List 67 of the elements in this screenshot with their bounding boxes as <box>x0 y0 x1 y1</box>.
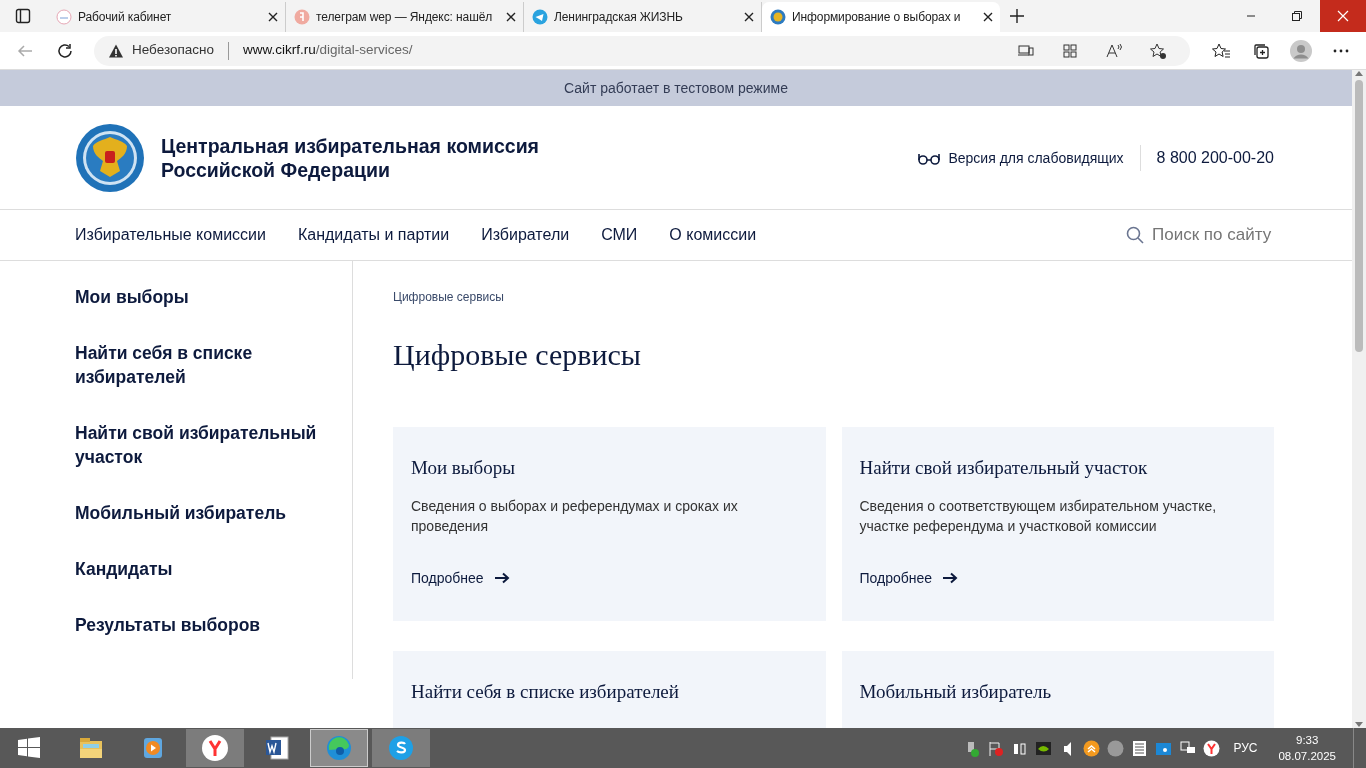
nav-link[interactable]: СМИ <box>601 223 638 247</box>
card-title: Найти себя в списке избирателей <box>411 681 680 704</box>
emblem-icon <box>770 9 786 25</box>
sidebar-link[interactable]: Кандидаты <box>75 557 332 581</box>
site-title[interactable]: Центральная избирательная комиссия Российской Федерации <box>161 133 539 182</box>
avatar-icon[interactable] <box>1290 39 1312 62</box>
refresh-icon[interactable] <box>56 41 74 60</box>
new-tab-icon[interactable] <box>1009 8 1025 24</box>
more-link[interactable]: Подробнее <box>411 567 510 589</box>
clock[interactable]: 9:33 08.07.2025 <box>1278 732 1336 764</box>
address-bar[interactable]: Небезопасно www.cikrf.ru/digital-services/ <box>94 35 1190 66</box>
nav-link[interactable]: Избирательные комиссии <box>75 223 266 247</box>
wave-logo-icon <box>325 734 353 762</box>
security-label[interactable]: Небезопасно <box>132 40 214 61</box>
flag-icon[interactable] <box>987 739 1005 757</box>
arrow-right-icon <box>493 572 510 585</box>
search-icon <box>1126 226 1144 244</box>
card-description: Сведения о выборах и референдумах и сроках их проведения <box>411 496 739 536</box>
card-title: Мои выборы <box>411 457 516 480</box>
restore-icon[interactable] <box>1291 10 1303 22</box>
breadcrumb-link[interactable]: Цифровые сервисы <box>393 288 1274 306</box>
browser-tab[interactable]: Информирование о выборах и <box>762 2 1000 32</box>
close-icon[interactable] <box>743 11 755 23</box>
close-icon[interactable] <box>505 11 517 23</box>
paper-plane-icon <box>532 9 548 25</box>
emblem-icon[interactable] <box>75 122 145 193</box>
nav-link[interactable]: Избиратели <box>481 223 570 247</box>
apps-grid-icon[interactable] <box>1061 41 1079 60</box>
scrollbar-thumb[interactable] <box>1355 80 1363 352</box>
phone-link[interactable]: 8 800 200-00-20 <box>1156 145 1274 170</box>
letter-logo-icon <box>201 734 229 762</box>
sidebar-link[interactable]: Найти свой избирательный участок <box>75 421 332 469</box>
letter-logo-icon[interactable] <box>1203 739 1221 757</box>
accessibility-link[interactable]: Версия для слабовидящих <box>948 144 1141 171</box>
language-indicator[interactable]: РУС <box>1233 739 1258 757</box>
taskbar-button[interactable] <box>310 729 368 767</box>
url-text[interactable]: www.cikrf.ru/digital-services/ <box>243 40 413 61</box>
close-icon[interactable] <box>982 11 994 23</box>
nav-link[interactable]: О комиссии <box>669 223 757 247</box>
site-icon <box>56 9 72 25</box>
sidebar-link[interactable]: Найти себя в списке избирателей <box>75 341 332 389</box>
page-heading: Цифровые сервисы <box>393 337 642 373</box>
sidebar-link[interactable]: Мои выборы <box>75 285 332 309</box>
sidebar-link[interactable]: Мобильный избиратель <box>75 501 332 525</box>
banner-text: Сайт работает в тестовом режиме <box>564 78 788 98</box>
taskbar-button[interactable] <box>372 729 430 767</box>
favorite-add-icon[interactable] <box>1149 41 1167 60</box>
chevrons-icon[interactable] <box>1083 739 1101 757</box>
read-aloud-icon[interactable] <box>1105 41 1123 60</box>
letter-logo-icon <box>294 9 310 25</box>
graphics-icon[interactable] <box>1035 739 1053 757</box>
chat-logo-icon <box>387 734 415 762</box>
taskbar-button[interactable] <box>186 729 244 767</box>
collections-icon[interactable] <box>1252 41 1270 60</box>
tab-actions-icon[interactable] <box>15 8 31 24</box>
favorites-icon[interactable] <box>1211 41 1231 60</box>
card-title: Мобильный избиратель <box>859 681 1053 704</box>
more-link[interactable]: Подробнее <box>859 567 959 589</box>
close-icon[interactable] <box>267 11 279 23</box>
warning-icon <box>108 42 124 59</box>
card-title: Найти свой избирательный участок <box>859 457 1149 480</box>
search-field[interactable]: Поиск по сайту <box>1126 222 1274 248</box>
arrow-right-icon <box>942 572 959 585</box>
sidebar-link[interactable]: Результаты выборов <box>75 613 332 637</box>
card-description: Сведения о соответствующем избирательном участке, участке референдума и участковой комиссии <box>859 496 1218 536</box>
nav-link[interactable]: Кандидаты и партии <box>297 223 450 247</box>
document-icon <box>263 734 291 762</box>
